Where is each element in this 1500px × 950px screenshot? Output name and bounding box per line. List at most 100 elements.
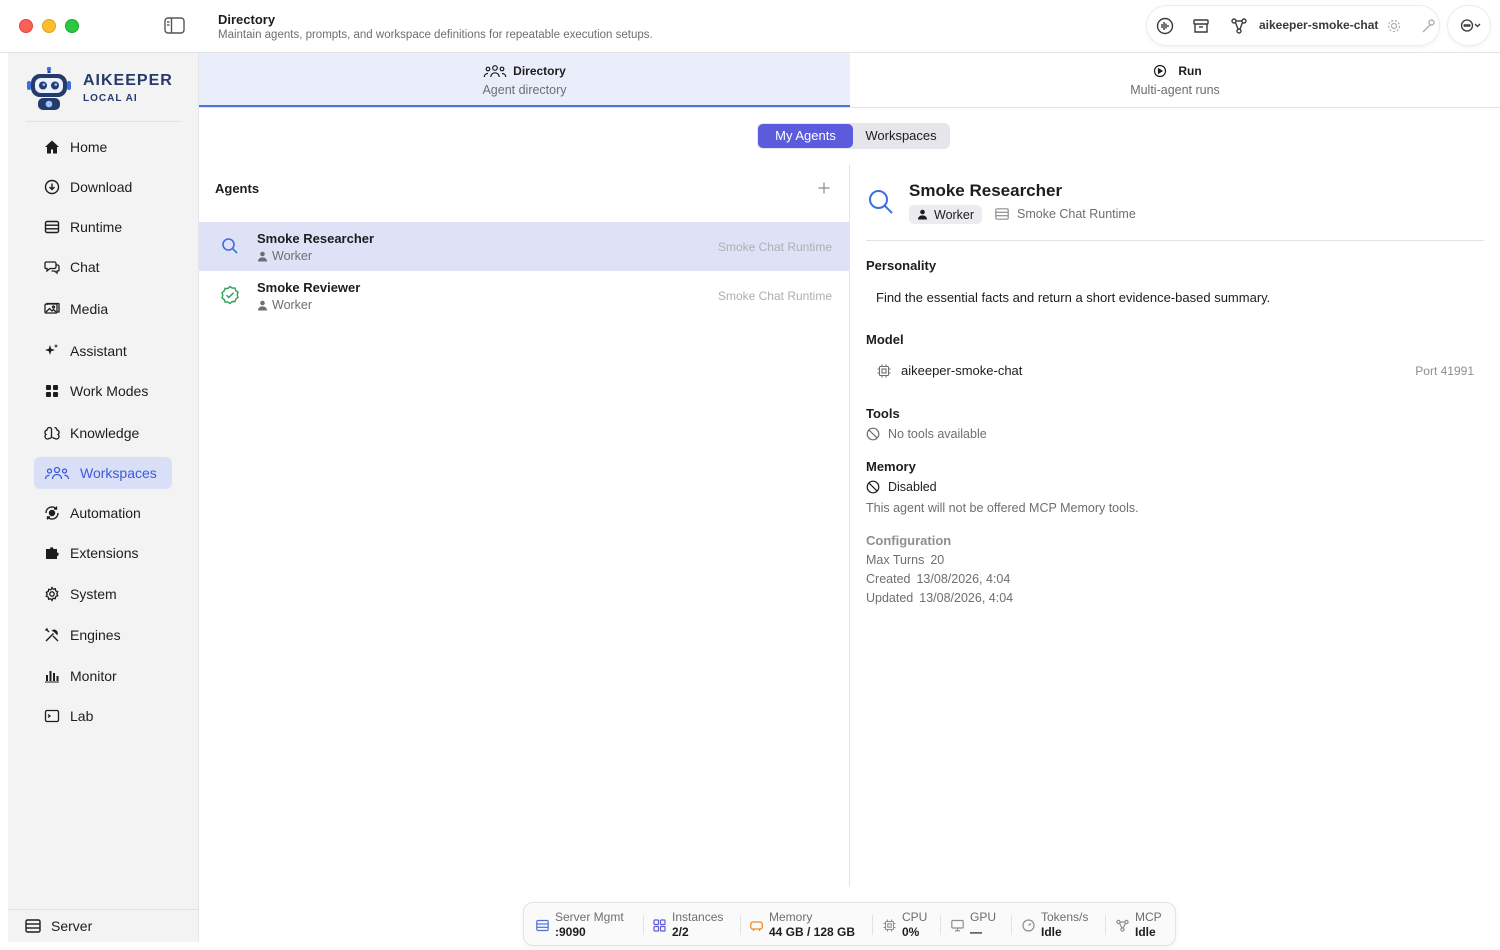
waveform-icon[interactable] — [1156, 17, 1174, 35]
sidebar-item-automation[interactable]: Automation — [34, 497, 172, 529]
model-graph-icon[interactable] — [1230, 17, 1248, 35]
memory-heading: Memory — [866, 459, 916, 474]
status-mcp[interactable]: MCP Idle — [1116, 910, 1162, 939]
tab-subtitle: Multi-agent runs — [1130, 83, 1220, 97]
segment-workspaces[interactable]: Workspaces — [855, 124, 947, 148]
sidebar-item-workspaces[interactable]: Workspaces — [34, 457, 172, 489]
brain-icon — [44, 426, 60, 440]
divider — [26, 121, 181, 122]
page-title: Directory — [218, 12, 276, 27]
people-icon — [483, 65, 507, 78]
wrench-icon[interactable] — [1419, 17, 1437, 35]
agent-list-item[interactable]: Smoke Researcher Worker Smoke Chat Runti… — [199, 222, 850, 271]
sidebar-item-extensions[interactable]: Extensions — [34, 537, 172, 569]
sidebar-item-assistant[interactable]: Assistant — [34, 335, 172, 367]
window-title-block: Directory Maintain agents, prompts, and … — [218, 12, 653, 41]
stat-label: Server Mgmt — [555, 910, 624, 924]
divider — [866, 240, 1484, 241]
sidebar-item-label: Engines — [70, 627, 121, 643]
gauge-icon — [1022, 919, 1035, 932]
config-row-created: Created 13/08/2026, 4:04 — [866, 572, 1010, 586]
model-port: Port 41991 — [1415, 364, 1474, 378]
close-window-button[interactable] — [19, 19, 33, 33]
sidebar-item-label: Monitor — [70, 668, 117, 684]
zoom-window-button[interactable] — [65, 19, 79, 33]
add-agent-icon[interactable] — [816, 180, 832, 196]
sidebar-item-engines[interactable]: Engines — [34, 619, 172, 651]
sidebar-item-home[interactable]: Home — [34, 131, 172, 163]
model-name: aikeeper-smoke-chat — [901, 363, 1023, 378]
prohibited-icon — [866, 427, 880, 441]
title-bar: Directory Maintain agents, prompts, and … — [0, 0, 1500, 53]
tools-heading: Tools — [866, 406, 900, 421]
settings-gear-icon[interactable] — [1385, 17, 1403, 35]
stat-label: GPU — [970, 910, 997, 924]
sidebar-item-label: System — [70, 586, 117, 602]
status-memory[interactable]: Memory 44 GB / 128 GB — [750, 910, 855, 939]
stat-label: Instances — [672, 910, 724, 924]
server-icon — [995, 208, 1009, 220]
toolbar-model-name[interactable]: aikeeper-smoke-chat — [1259, 18, 1378, 32]
sidebar-item-monitor[interactable]: Monitor — [34, 660, 172, 692]
brand-name: AIKEEPER — [83, 72, 173, 89]
minimize-window-button[interactable] — [42, 19, 56, 33]
chat-icon — [44, 261, 60, 275]
chart-bars-icon — [45, 671, 59, 683]
status-cpu[interactable]: CPU 0% — [883, 910, 927, 939]
search-icon — [867, 188, 895, 216]
sidebar-toggle-icon[interactable] — [164, 17, 185, 34]
chip-icon — [877, 364, 891, 377]
server-footer-button[interactable]: Server — [8, 909, 199, 942]
agent-list-item[interactable]: Smoke Reviewer Worker Smoke Chat Runtime — [199, 271, 850, 320]
puzzle-icon — [46, 547, 59, 559]
automation-icon — [45, 506, 59, 520]
sidebar-item-media[interactable]: Media — [34, 293, 172, 325]
status-instances[interactable]: Instances 2/2 — [653, 910, 723, 939]
role-chip: Worker — [909, 205, 983, 224]
agent-name: Smoke Reviewer — [257, 280, 361, 295]
status-server-mgmt[interactable]: Server Mgmt:9090 — [536, 910, 624, 939]
sidebar-item-runtime[interactable]: Runtime — [34, 211, 172, 243]
divider — [940, 915, 941, 935]
tab-directory[interactable]: Directory Agent directory — [199, 53, 850, 107]
stat-value: Idle — [1135, 925, 1156, 939]
stat-label: MCP — [1135, 910, 1162, 924]
server-icon — [536, 919, 549, 932]
status-tokens[interactable]: Tokens/s Idle — [1022, 910, 1088, 939]
status-gpu[interactable]: GPU — — [951, 910, 996, 939]
archive-icon[interactable] — [1192, 17, 1210, 35]
sidebar-item-chat[interactable]: Chat — [34, 251, 172, 283]
sidebar-item-work-modes[interactable]: Work Modes — [34, 375, 172, 407]
monitor-icon — [951, 919, 964, 932]
home-icon — [45, 140, 59, 154]
tab-run[interactable]: Run Multi-agent runs — [850, 53, 1500, 107]
stat-label: Memory — [769, 910, 813, 924]
agent-detail-runtime: Smoke Chat Runtime — [995, 207, 1136, 221]
sidebar-item-label: Runtime — [70, 219, 123, 235]
role-chip-label: Worker — [934, 207, 975, 222]
sidebar-item-download[interactable]: Download — [34, 171, 172, 203]
agents-heading: Agents — [215, 181, 260, 196]
tools-status-text: No tools available — [888, 427, 987, 441]
sidebar-item-knowledge[interactable]: Knowledge — [34, 417, 172, 449]
config-value: 13/08/2026, 4:04 — [919, 591, 1014, 605]
stat-value: — — [970, 925, 982, 939]
segment-my-agents[interactable]: My Agents — [758, 124, 853, 148]
agent-detail-panel: Smoke Researcher Worker Smoke Chat Runti… — [850, 165, 1500, 887]
more-options-button[interactable] — [1448, 6, 1490, 45]
download-icon — [44, 179, 60, 195]
play-circle-icon — [1154, 64, 1167, 78]
sidebar-item-system[interactable]: System — [34, 578, 172, 610]
gear-icon — [45, 586, 59, 602]
sidebar-item-lab[interactable]: Lab — [34, 700, 172, 732]
sidebar-item-label: Workspaces — [80, 465, 157, 481]
agent-role: Worker — [257, 298, 312, 312]
config-value: 13/08/2026, 4:04 — [916, 572, 1011, 586]
config-row-max-turns: Max Turns 20 — [866, 553, 944, 567]
main-tabs: Directory Agent directory Run Multi-agen… — [199, 53, 1500, 108]
brand-tagline: LOCAL AI — [83, 93, 138, 104]
server-icon — [44, 220, 60, 234]
stat-value: 44 GB / 128 GB — [769, 925, 856, 939]
divider — [740, 915, 741, 935]
sidebar-item-label: Download — [70, 179, 133, 195]
